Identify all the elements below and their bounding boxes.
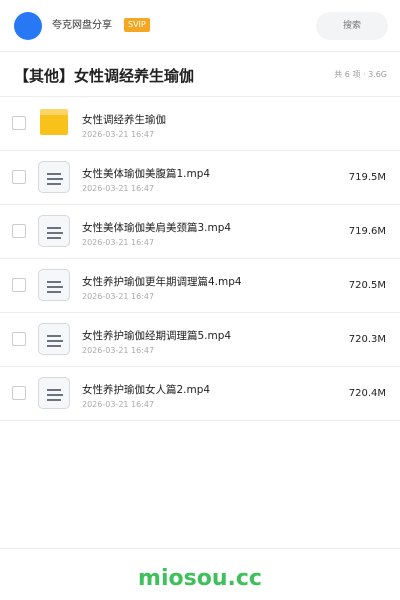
file-size: 719.6M — [348, 226, 386, 237]
file-size: 719.5M — [348, 172, 386, 183]
top-header: 夸克网盘分享 SVIP — [0, 0, 400, 52]
list-item[interactable]: 女性养护瑜伽更年期调理篇4.mp4 2026-03-21 16:47 720.5… — [0, 259, 400, 313]
list-item[interactable]: 女性养护瑜伽经期调理篇5.mp4 2026-03-21 16:47 720.3M — [0, 313, 400, 367]
file-name: 女性养护瑜伽更年期调理篇4.mp4 — [82, 276, 242, 288]
file-date: 2026-03-21 16:47 — [82, 184, 155, 193]
file-name: 女性养护瑜伽经期调理篇5.mp4 — [82, 330, 232, 342]
list-item[interactable]: 女性美体瑜伽美肩美颈篇3.mp4 2026-03-21 16:47 719.6M — [0, 205, 400, 259]
svip-badge: SVIP — [124, 18, 150, 32]
file-name: 女性养护瑜伽女人篇2.mp4 — [82, 384, 211, 396]
file-icon — [38, 161, 70, 193]
list-item[interactable]: 女性养护瑜伽女人篇2.mp4 2026-03-21 16:47 720.4M — [0, 367, 400, 421]
file-date: 2026-03-21 16:47 — [82, 292, 155, 301]
list-item[interactable]: 女性调经养生瑜伽 2026-03-21 16:47 — [0, 97, 400, 151]
search-input[interactable] — [316, 12, 388, 40]
file-date: 2026-03-21 16:47 — [82, 130, 155, 139]
file-icon — [38, 323, 70, 355]
file-date: 2026-03-21 16:47 — [82, 400, 155, 409]
folder-icon — [40, 109, 68, 135]
file-name: 女性调经养生瑜伽 — [82, 114, 166, 126]
avatar[interactable] — [14, 12, 42, 40]
select-checkbox[interactable] — [12, 278, 26, 292]
file-icon — [38, 269, 70, 301]
file-size: 720.4M — [348, 388, 386, 399]
page-title: 【其他】女性调经养生瑜伽 — [14, 67, 195, 85]
file-icon — [38, 377, 70, 409]
file-date: 2026-03-21 16:47 — [82, 238, 155, 247]
select-checkbox[interactable] — [12, 170, 26, 184]
file-list: 女性调经养生瑜伽 2026-03-21 16:47 女性美体瑜伽美腹篇1.mp4… — [0, 97, 400, 421]
select-checkbox[interactable] — [12, 332, 26, 346]
select-checkbox[interactable] — [12, 224, 26, 238]
site-watermark: miosou.cc — [138, 566, 262, 591]
folder-title-bar: 【其他】女性调经养生瑜伽 共 6 项 · 3.6G — [0, 53, 400, 97]
file-name: 女性美体瑜伽美肩美颈篇3.mp4 — [82, 222, 232, 234]
select-checkbox[interactable] — [12, 386, 26, 400]
file-name: 女性美体瑜伽美腹篇1.mp4 — [82, 168, 211, 180]
file-date: 2026-03-21 16:47 — [82, 346, 155, 355]
item-count-summary: 共 6 项 · 3.6G — [334, 70, 387, 79]
file-size: 720.3M — [348, 334, 386, 345]
list-item[interactable]: 女性美体瑜伽美腹篇1.mp4 2026-03-21 16:47 719.5M — [0, 151, 400, 205]
file-icon — [38, 215, 70, 247]
select-checkbox[interactable] — [12, 116, 26, 130]
share-owner-name: 夸克网盘分享 — [52, 20, 112, 31]
footer-divider — [0, 548, 400, 549]
file-size: 720.5M — [348, 280, 386, 291]
